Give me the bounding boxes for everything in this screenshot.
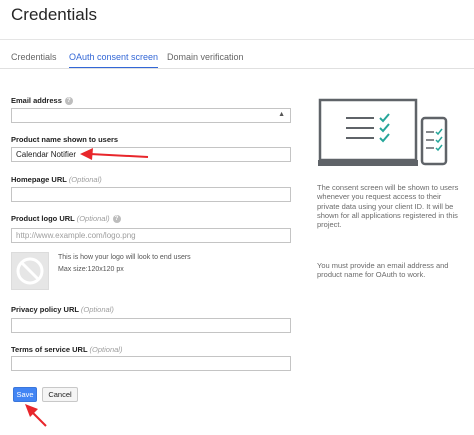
privacy-input[interactable]: [11, 318, 291, 333]
save-button[interactable]: Save: [13, 387, 37, 402]
logo-label: Product logo URL (Optional)?: [11, 214, 121, 224]
homepage-label: Homepage URL (Optional): [11, 175, 102, 184]
tab-bar: Credentials OAuth consent screen Domain …: [0, 50, 474, 70]
homepage-input[interactable]: [11, 187, 291, 202]
homepage-label-text: Homepage URL: [11, 175, 67, 184]
oauth-requirement-text: You must provide an email address and pr…: [317, 261, 449, 280]
devices-illustration: [318, 98, 448, 166]
tab-divider: [0, 68, 474, 69]
tab-domain-verification[interactable]: Domain verification: [167, 52, 244, 69]
no-image-icon: [16, 257, 44, 285]
tab-credentials[interactable]: Credentials: [11, 52, 57, 69]
tos-input[interactable]: [11, 356, 291, 371]
cancel-button[interactable]: Cancel: [42, 387, 78, 402]
tos-label-text: Terms of service URL: [11, 345, 88, 354]
page-title: Credentials: [11, 5, 97, 24]
logo-hint: This is how your logo will look to end u…: [58, 254, 191, 261]
optional-tag: (Optional): [89, 345, 123, 354]
optional-tag: (Optional): [68, 175, 102, 184]
logo-max-size: Max size:120x120 px: [58, 266, 124, 273]
optional-tag: (Optional): [76, 214, 110, 223]
product-name-label: Product name shown to users: [11, 135, 119, 144]
logo-url-input[interactable]: [11, 228, 291, 243]
help-icon[interactable]: ?: [64, 97, 73, 106]
privacy-label: Privacy policy URL (Optional): [11, 305, 114, 314]
tab-oauth-consent-screen[interactable]: OAuth consent screen: [69, 52, 159, 69]
consent-info-text: The consent screen will be shown to user…: [317, 183, 459, 230]
privacy-label-text: Privacy policy URL: [11, 305, 79, 314]
optional-tag: (Optional): [80, 305, 114, 314]
caret-updown-icon: ▲: [278, 111, 285, 118]
email-label: Email address?: [11, 96, 73, 106]
tos-label: Terms of service URL (Optional): [11, 345, 122, 354]
email-select[interactable]: ▲: [11, 108, 291, 123]
email-label-text: Email address: [11, 96, 62, 105]
page-header: Credentials: [0, 0, 474, 40]
arrow-to-save: [25, 404, 47, 427]
help-icon[interactable]: ?: [112, 215, 121, 224]
product-name-input[interactable]: [11, 147, 291, 162]
logo-preview: [11, 252, 49, 290]
logo-label-text: Product logo URL: [11, 214, 75, 223]
